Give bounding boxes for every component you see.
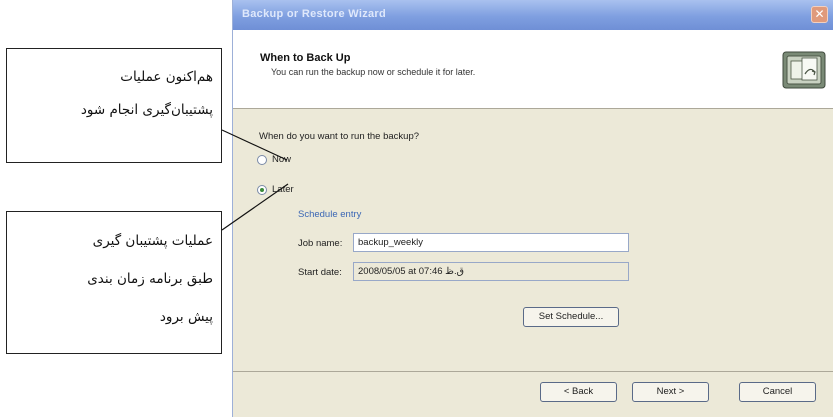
later-radio-label[interactable]: Later [272, 184, 294, 195]
now-radio-label[interactable]: Now [272, 154, 291, 165]
now-radio[interactable] [257, 155, 267, 165]
job-name-label: Job name: [298, 238, 343, 249]
now-option-callout: هم‌اکنون عملیات پشتیبان‌گیری انجام شود [6, 48, 222, 163]
footer-divider [233, 371, 833, 372]
later-radio[interactable] [257, 185, 267, 195]
page-title: When to Back Up [260, 52, 351, 64]
title-bar[interactable]: Backup or Restore Wizard ✕ [233, 0, 833, 30]
window-title: Backup or Restore Wizard [242, 8, 387, 20]
start-date-label: Start date: [298, 267, 342, 278]
schedule-entry-group-label: Schedule entry [298, 209, 362, 220]
later-callout-line-1: عملیات پشتیبان گیری [92, 233, 213, 249]
backup-wizard-icon [782, 51, 826, 89]
close-icon: ✕ [814, 7, 825, 21]
wizard-content: When do you want to run the backup? Now … [233, 109, 833, 371]
wizard-header: When to Back Up You can run the backup n… [233, 30, 833, 109]
later-callout-line-2: طبق برنامه زمان بندی [87, 271, 213, 287]
close-button[interactable]: ✕ [811, 6, 828, 23]
start-date-field: 2008/05/05 at 07:46 ق.ظ [353, 262, 629, 281]
now-callout-line-1: هم‌اکنون عملیات [120, 69, 213, 85]
next-button[interactable]: Next > [632, 382, 709, 402]
backup-restore-wizard-window: Backup or Restore Wizard ✕ When to Back … [232, 0, 833, 417]
job-name-input[interactable]: backup_weekly [353, 233, 629, 252]
later-callout-line-3: پیش برود [159, 309, 213, 325]
backup-time-question: When do you want to run the backup? [259, 131, 420, 142]
back-button[interactable]: < Back [540, 382, 617, 402]
now-callout-line-2: پشتیبان‌گیری انجام شود [80, 102, 213, 118]
cancel-button[interactable]: Cancel [739, 382, 816, 402]
set-schedule-button[interactable]: Set Schedule... [523, 307, 619, 327]
page-subtitle: You can run the backup now or schedule i… [271, 67, 476, 77]
later-option-callout: عملیات پشتیبان گیری طبق برنامه زمان بندی… [6, 211, 222, 354]
